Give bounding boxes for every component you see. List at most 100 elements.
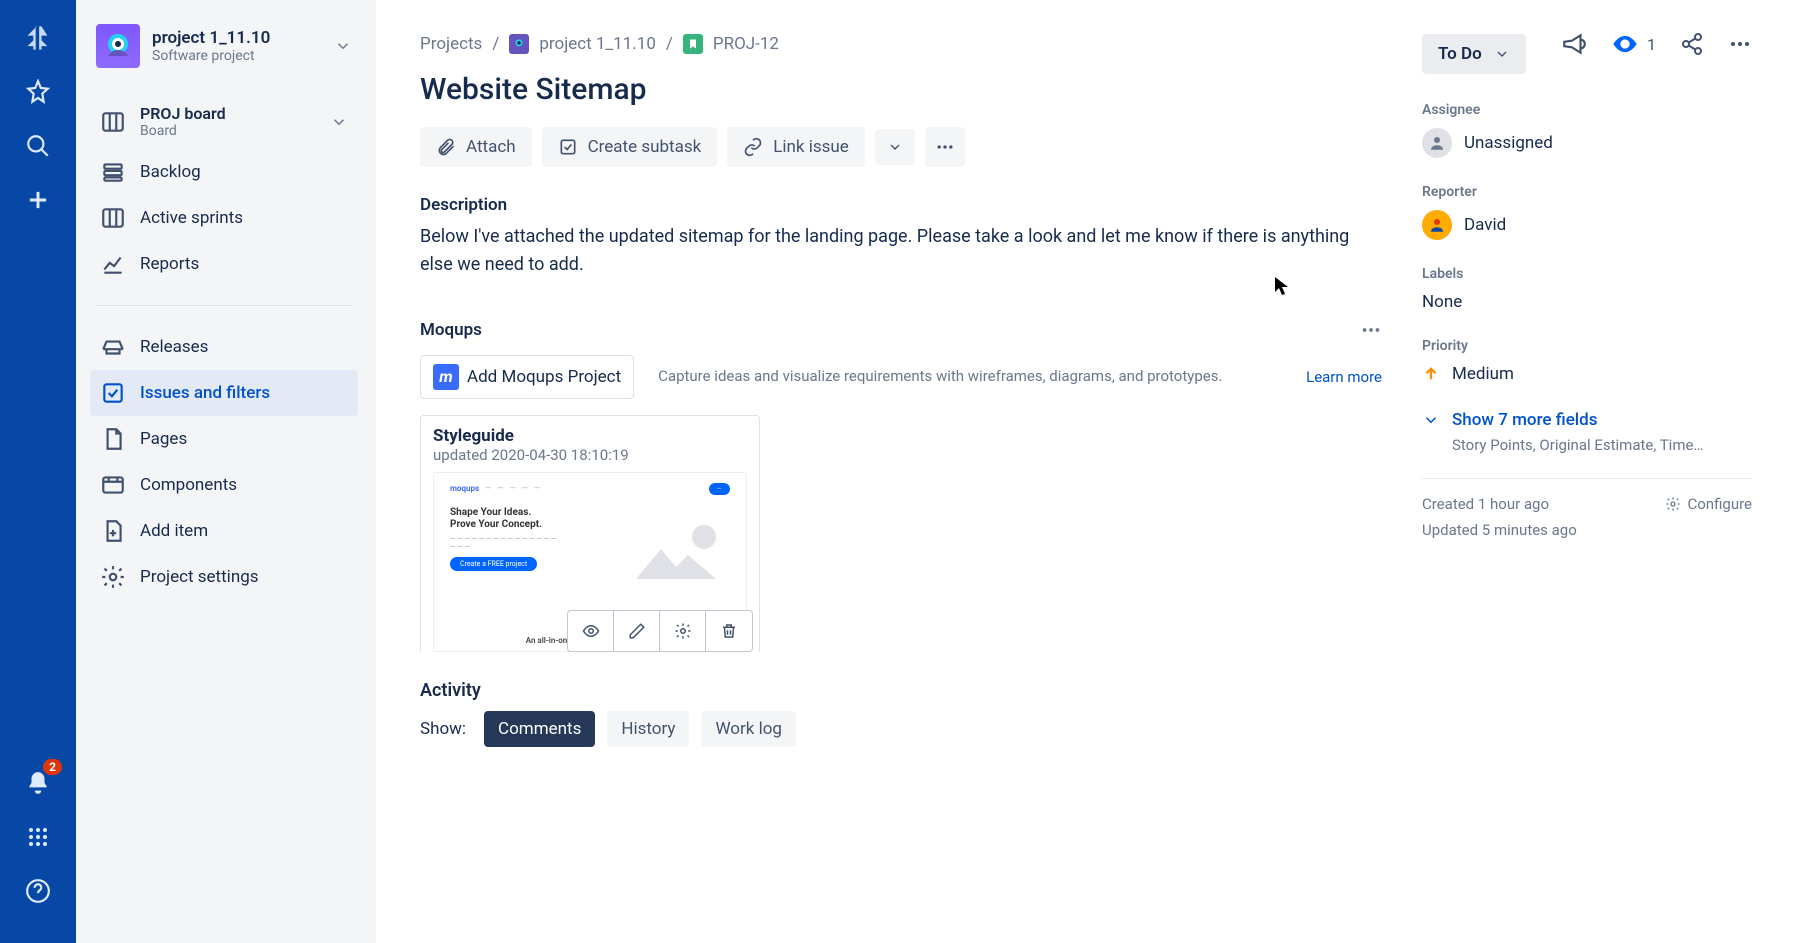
project-type: Software project	[152, 48, 270, 64]
star-icon[interactable]	[18, 72, 58, 112]
nav-active-sprints[interactable]: Active sprints	[90, 195, 358, 241]
btn-label: Add Moqups Project	[467, 367, 621, 387]
card-updated: updated 2020-04-30 18:10:19	[433, 446, 747, 464]
project-switcher[interactable]: project 1_11.10 Software project	[90, 20, 358, 72]
tab-comments[interactable]: Comments	[484, 711, 595, 747]
share-icon[interactable]	[1680, 32, 1704, 56]
nav-label: Issues and filters	[140, 383, 270, 403]
trash-icon	[720, 622, 738, 640]
status-value: To Do	[1438, 44, 1482, 64]
crumb-issue-key[interactable]: PROJ-12	[713, 34, 779, 54]
chevron-down-icon	[1422, 411, 1440, 429]
activity-label: Activity	[420, 680, 1382, 701]
nav-label: Project settings	[140, 567, 259, 587]
attach-icon	[436, 137, 456, 157]
configure-label: Configure	[1687, 495, 1752, 513]
sprints-icon	[100, 205, 126, 231]
btn-label: Attach	[466, 137, 516, 157]
priority-field[interactable]: Medium	[1422, 364, 1752, 384]
nav-project-settings[interactable]: Project settings	[90, 554, 358, 600]
create-subtask-button[interactable]: Create subtask	[542, 127, 718, 167]
crumb-project[interactable]: project 1_11.10	[539, 34, 656, 54]
learn-more-link[interactable]: Learn more	[1306, 368, 1382, 386]
pages-icon	[100, 426, 126, 452]
moqups-project-card[interactable]: Styleguide updated 2020-04-30 18:10:19 m…	[420, 415, 760, 652]
search-icon[interactable]	[18, 126, 58, 166]
issue-view: 1 Projects / project 1_11.10 / PROJ-12 W…	[376, 0, 1796, 943]
issue-title[interactable]: Website Sitemap	[420, 72, 1382, 107]
labels-field[interactable]: None	[1422, 292, 1752, 312]
issue-top-actions: 1	[1561, 30, 1752, 58]
settings-button[interactable]	[660, 611, 706, 651]
project-avatar-icon	[509, 34, 529, 54]
link-issue-button[interactable]: Link issue	[727, 127, 865, 167]
components-icon	[100, 472, 126, 498]
status-dropdown[interactable]: To Do	[1422, 34, 1526, 74]
card-toolbar	[567, 610, 753, 652]
nav-add-item[interactable]: Add item	[90, 508, 358, 554]
help-icon[interactable]	[18, 871, 58, 911]
divider	[1422, 478, 1752, 479]
crumb-projects[interactable]: Projects	[420, 34, 482, 54]
add-item-icon	[100, 518, 126, 544]
priority-value: Medium	[1452, 364, 1514, 384]
nav-releases[interactable]: Releases	[90, 324, 358, 370]
assignee-value: Unassigned	[1464, 133, 1553, 153]
assignee-field[interactable]: Unassigned	[1422, 128, 1752, 158]
description-text[interactable]: Below I've attached the updated sitemap …	[420, 223, 1382, 279]
watchers-button[interactable]: 1	[1611, 30, 1656, 58]
btn-label: Link issue	[773, 137, 849, 157]
project-name: project 1_11.10	[152, 28, 270, 48]
nav-backlog[interactable]: Backlog	[90, 149, 358, 195]
labels-label: Labels	[1422, 266, 1752, 282]
create-icon[interactable]	[18, 180, 58, 220]
feedback-icon[interactable]	[1561, 31, 1587, 57]
chevron-down-icon	[330, 113, 348, 131]
board-switcher[interactable]: PROJ board Board	[90, 94, 358, 149]
moqups-more-icon[interactable]	[1360, 319, 1382, 341]
show-more-label: Show 7 more fields	[1452, 410, 1597, 430]
jira-logo-icon[interactable]	[18, 18, 58, 58]
activity-filters: Show: Comments History Work log	[420, 711, 1382, 747]
card-title: Styleguide	[433, 426, 747, 446]
attach-button[interactable]: Attach	[420, 127, 532, 167]
priority-label: Priority	[1422, 338, 1752, 354]
gear-icon	[674, 622, 692, 640]
nav-issues-filters[interactable]: Issues and filters	[90, 370, 358, 416]
nav-components[interactable]: Components	[90, 462, 358, 508]
nav-label: Pages	[140, 429, 187, 449]
nav-reports[interactable]: Reports	[90, 241, 358, 287]
gear-icon	[100, 564, 126, 590]
nav-label: Add item	[140, 521, 208, 541]
issue-actions: Attach Create subtask Link issue	[420, 127, 1382, 167]
issues-icon	[100, 380, 126, 406]
description-label: Description	[420, 195, 1382, 215]
nav-pages[interactable]: Pages	[90, 416, 358, 462]
divider	[96, 305, 352, 306]
preview-button[interactable]	[568, 611, 614, 651]
notifications-icon[interactable]: 2	[18, 763, 58, 803]
more-actions-icon[interactable]	[1728, 32, 1752, 56]
backlog-icon	[100, 159, 126, 185]
add-moqups-button[interactable]: m Add Moqups Project	[420, 355, 634, 399]
tab-worklog[interactable]: Work log	[701, 711, 796, 747]
apps-icon[interactable]	[18, 817, 58, 857]
eye-icon	[582, 622, 600, 640]
reporter-label: Reporter	[1422, 184, 1752, 200]
board-sub: Board	[140, 123, 226, 139]
avatar-icon	[1422, 128, 1452, 158]
moqups-desc: Capture ideas and visualize requirements…	[658, 366, 1282, 387]
reporter-field[interactable]: David	[1422, 210, 1752, 240]
delete-button[interactable]	[706, 611, 752, 651]
issue-details-panel: To Do Assignee Unassigned Reporter David…	[1422, 34, 1752, 943]
show-more-fields[interactable]: Show 7 more fields	[1422, 410, 1752, 430]
nav-label: Reports	[140, 254, 199, 274]
board-name: PROJ board	[140, 104, 226, 123]
reports-icon	[100, 251, 126, 277]
link-dropdown-button[interactable]	[875, 129, 915, 165]
edit-button[interactable]	[614, 611, 660, 651]
tab-history[interactable]: History	[607, 711, 689, 747]
issue-more-button[interactable]	[925, 127, 965, 167]
configure-button[interactable]: Configure	[1665, 495, 1752, 513]
chevron-down-icon	[1494, 46, 1510, 62]
